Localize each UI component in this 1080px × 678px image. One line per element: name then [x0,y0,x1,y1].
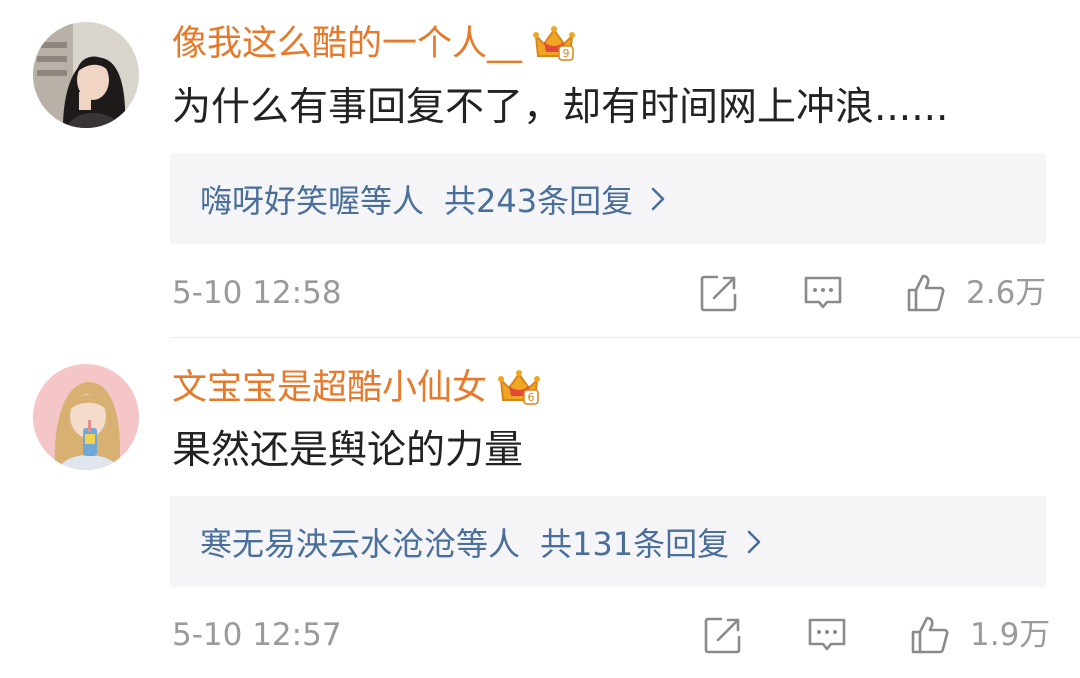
comment-footer: 5-10 12:58 2.6万 [170,268,1046,318]
chevron-right-icon [649,186,667,212]
avatar-image [33,22,139,128]
vip-crown-icon: 6 [497,368,541,408]
reply-suffix: 等人 [456,524,521,563]
svg-text:9: 9 [563,47,570,60]
username[interactable]: 像我这么酷的一个人__ [172,20,522,68]
like-count: 2.6万 [966,275,1047,311]
reply-summary[interactable]: 寒无易泱云水沧沧 等人 共131条回复 [170,496,1046,587]
reply-count[interactable]: 共243条回复 [444,176,633,222]
like-icon[interactable] [905,272,947,314]
timestamp: 5-10 12:58 [172,275,342,311]
avatar[interactable] [33,364,139,470]
like-icon[interactable] [909,614,951,656]
share-icon[interactable] [698,272,740,314]
reply-count[interactable]: 共131条回复 [540,519,729,565]
username-row: 像我这么酷的一个人__ 9 [172,20,576,68]
comment-text: 为什么有事回复不了，却有时间网上冲浪...... [172,85,949,130]
svg-text:6: 6 [528,391,535,404]
comment-icon[interactable] [806,614,848,656]
avatar[interactable] [33,22,139,128]
like-count: 1.9万 [970,617,1051,653]
chevron-right-icon [745,529,763,555]
comment-item: 像我这么酷的一个人__ 9 为什么有事回复不了，却有时间网上冲浪...... 嗨… [0,0,1080,338]
comment-footer: 5-10 12:57 1.9万 [170,610,1050,660]
comment-text: 果然还是舆论的力量 [172,428,524,473]
comment-icon[interactable] [802,272,844,314]
comment-item: 文宝宝是超酷小仙女 6 果然还是舆论的力量 寒无易泱云水沧沧 等人 共131条回… [0,338,1080,678]
reply-summary[interactable]: 嗨呀好笑喔 等人 共243条回复 [170,153,1046,244]
reply-users[interactable]: 嗨呀好笑喔 [200,176,360,222]
share-icon[interactable] [702,614,744,656]
vip-crown-icon: 9 [532,24,576,64]
reply-users[interactable]: 寒无易泱云水沧沧 [200,519,456,565]
username-row: 文宝宝是超酷小仙女 6 [172,364,541,412]
username[interactable]: 文宝宝是超酷小仙女 [172,364,487,412]
avatar-image [33,364,139,470]
timestamp: 5-10 12:57 [172,617,342,653]
reply-suffix: 等人 [360,181,425,220]
